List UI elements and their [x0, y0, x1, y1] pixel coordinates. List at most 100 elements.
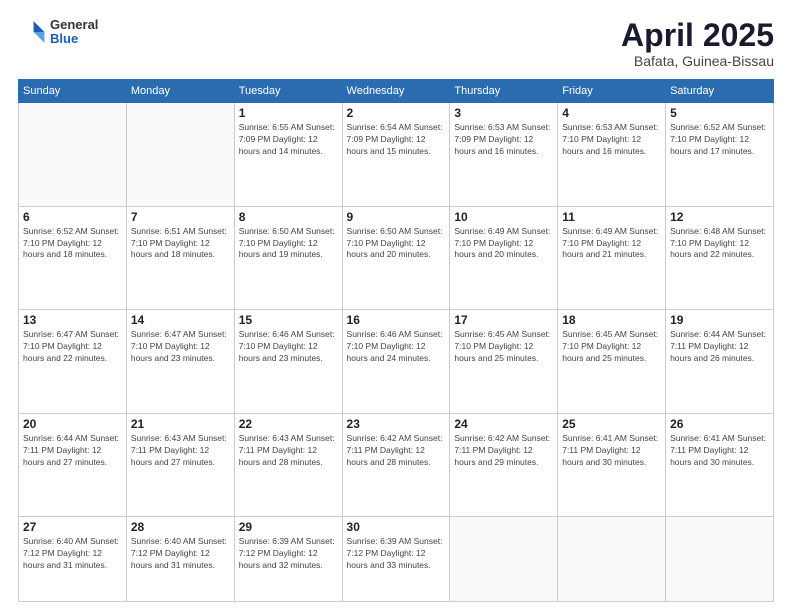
day-info: Sunrise: 6:41 AM Sunset: 7:11 PM Dayligh…: [562, 433, 661, 469]
day-info: Sunrise: 6:46 AM Sunset: 7:10 PM Dayligh…: [347, 329, 446, 365]
logo-text: General Blue: [50, 18, 98, 47]
location-subtitle: Bafata, Guinea-Bissau: [621, 53, 774, 69]
calendar-week-row: 27 Sunrise: 6:40 AM Sunset: 7:12 PM Dayli…: [19, 517, 774, 602]
day-info: Sunrise: 6:50 AM Sunset: 7:10 PM Dayligh…: [347, 226, 446, 262]
header-saturday: Saturday: [666, 80, 774, 103]
day-info: Sunrise: 6:46 AM Sunset: 7:10 PM Dayligh…: [239, 329, 338, 365]
table-row: 28 Sunrise: 6:40 AM Sunset: 7:12 PM Dayli…: [126, 517, 234, 602]
day-number: 21: [131, 417, 230, 431]
table-row: 22 Sunrise: 6:43 AM Sunset: 7:11 PM Dayli…: [234, 413, 342, 517]
table-row: 10 Sunrise: 6:49 AM Sunset: 7:10 PM Dayli…: [450, 206, 558, 310]
day-number: 14: [131, 313, 230, 327]
day-number: 15: [239, 313, 338, 327]
day-number: 2: [347, 106, 446, 120]
table-row: 7 Sunrise: 6:51 AM Sunset: 7:10 PM Daylig…: [126, 206, 234, 310]
table-row: 18Sunrise: 6:45 AM Sunset: 7:10 PM Dayli…: [558, 310, 666, 414]
table-row: 9 Sunrise: 6:50 AM Sunset: 7:10 PM Daylig…: [342, 206, 450, 310]
day-number: 24: [454, 417, 553, 431]
day-number: 29: [239, 520, 338, 534]
table-row: 13 Sunrise: 6:47 AM Sunset: 7:10 PM Dayli…: [19, 310, 127, 414]
table-row: 26Sunrise: 6:41 AM Sunset: 7:11 PM Dayli…: [666, 413, 774, 517]
day-info: Sunrise: 6:49 AM Sunset: 7:10 PM Dayligh…: [562, 226, 661, 262]
day-number: 9: [347, 210, 446, 224]
day-number: 4: [562, 106, 661, 120]
day-info: Sunrise: 6:43 AM Sunset: 7:11 PM Dayligh…: [131, 433, 230, 469]
day-number: 17: [454, 313, 553, 327]
day-number: 13: [23, 313, 122, 327]
day-info: Sunrise: 6:39 AM Sunset: 7:12 PM Dayligh…: [347, 536, 446, 572]
page: General Blue April 2025 Bafata, Guinea-B…: [0, 0, 792, 612]
day-number: 20: [23, 417, 122, 431]
table-row: 16Sunrise: 6:46 AM Sunset: 7:10 PM Dayli…: [342, 310, 450, 414]
day-number: 28: [131, 520, 230, 534]
weekday-header-row: Sunday Monday Tuesday Wednesday Thursday…: [19, 80, 774, 103]
table-row: 3 Sunrise: 6:53 AM Sunset: 7:09 PM Daylig…: [450, 103, 558, 207]
day-number: 5: [670, 106, 769, 120]
day-number: 19: [670, 313, 769, 327]
header-friday: Friday: [558, 80, 666, 103]
day-info: Sunrise: 6:48 AM Sunset: 7:10 PM Dayligh…: [670, 226, 769, 262]
table-row: [558, 517, 666, 602]
day-info: Sunrise: 6:39 AM Sunset: 7:12 PM Dayligh…: [239, 536, 338, 572]
table-row: [19, 103, 127, 207]
header-thursday: Thursday: [450, 80, 558, 103]
title-block: April 2025 Bafata, Guinea-Bissau: [621, 18, 774, 69]
header-tuesday: Tuesday: [234, 80, 342, 103]
day-info: Sunrise: 6:44 AM Sunset: 7:11 PM Dayligh…: [23, 433, 122, 469]
day-number: 30: [347, 520, 446, 534]
month-title: April 2025: [621, 18, 774, 53]
header: General Blue April 2025 Bafata, Guinea-B…: [18, 18, 774, 69]
day-info: Sunrise: 6:40 AM Sunset: 7:12 PM Dayligh…: [131, 536, 230, 572]
logo-blue-text: Blue: [50, 32, 98, 46]
calendar-week-row: 20 Sunrise: 6:44 AM Sunset: 7:11 PM Dayli…: [19, 413, 774, 517]
header-sunday: Sunday: [19, 80, 127, 103]
table-row: 5 Sunrise: 6:52 AM Sunset: 7:10 PM Daylig…: [666, 103, 774, 207]
table-row: [666, 517, 774, 602]
day-number: 11: [562, 210, 661, 224]
day-info: Sunrise: 6:49 AM Sunset: 7:10 PM Dayligh…: [454, 226, 553, 262]
day-number: 7: [131, 210, 230, 224]
day-number: 22: [239, 417, 338, 431]
day-info: Sunrise: 6:53 AM Sunset: 7:09 PM Dayligh…: [454, 122, 553, 158]
table-row: 19 Sunrise: 6:44 AM Sunset: 7:11 PM Dayli…: [666, 310, 774, 414]
calendar-week-row: 1Sunrise: 6:55 AM Sunset: 7:09 PM Daylig…: [19, 103, 774, 207]
day-info: Sunrise: 6:42 AM Sunset: 7:11 PM Dayligh…: [347, 433, 446, 469]
header-monday: Monday: [126, 80, 234, 103]
table-row: 4Sunrise: 6:53 AM Sunset: 7:10 PM Daylig…: [558, 103, 666, 207]
table-row: 2 Sunrise: 6:54 AM Sunset: 7:09 PM Daylig…: [342, 103, 450, 207]
day-info: Sunrise: 6:51 AM Sunset: 7:10 PM Dayligh…: [131, 226, 230, 262]
day-number: 25: [562, 417, 661, 431]
day-number: 6: [23, 210, 122, 224]
calendar-table: Sunday Monday Tuesday Wednesday Thursday…: [18, 79, 774, 602]
table-row: 11 Sunrise: 6:49 AM Sunset: 7:10 PM Dayli…: [558, 206, 666, 310]
table-row: [126, 103, 234, 207]
table-row: 23 Sunrise: 6:42 AM Sunset: 7:11 PM Dayli…: [342, 413, 450, 517]
day-number: 18: [562, 313, 661, 327]
table-row: 20 Sunrise: 6:44 AM Sunset: 7:11 PM Dayli…: [19, 413, 127, 517]
day-number: 12: [670, 210, 769, 224]
day-info: Sunrise: 6:43 AM Sunset: 7:11 PM Dayligh…: [239, 433, 338, 469]
day-info: Sunrise: 6:52 AM Sunset: 7:10 PM Dayligh…: [23, 226, 122, 262]
table-row: 21 Sunrise: 6:43 AM Sunset: 7:11 PM Dayli…: [126, 413, 234, 517]
day-info: Sunrise: 6:54 AM Sunset: 7:09 PM Dayligh…: [347, 122, 446, 158]
logo-icon: [18, 18, 46, 46]
table-row: 6 Sunrise: 6:52 AM Sunset: 7:10 PM Daylig…: [19, 206, 127, 310]
day-number: 3: [454, 106, 553, 120]
table-row: [450, 517, 558, 602]
day-info: Sunrise: 6:44 AM Sunset: 7:11 PM Dayligh…: [670, 329, 769, 365]
table-row: 8Sunrise: 6:50 AM Sunset: 7:10 PM Daylig…: [234, 206, 342, 310]
day-info: Sunrise: 6:47 AM Sunset: 7:10 PM Dayligh…: [23, 329, 122, 365]
table-row: 24Sunrise: 6:42 AM Sunset: 7:11 PM Dayli…: [450, 413, 558, 517]
calendar-week-row: 6 Sunrise: 6:52 AM Sunset: 7:10 PM Daylig…: [19, 206, 774, 310]
day-info: Sunrise: 6:45 AM Sunset: 7:10 PM Dayligh…: [454, 329, 553, 365]
day-number: 10: [454, 210, 553, 224]
table-row: 14Sunrise: 6:47 AM Sunset: 7:10 PM Dayli…: [126, 310, 234, 414]
day-number: 27: [23, 520, 122, 534]
table-row: 25 Sunrise: 6:41 AM Sunset: 7:11 PM Dayli…: [558, 413, 666, 517]
day-info: Sunrise: 6:55 AM Sunset: 7:09 PM Dayligh…: [239, 122, 338, 158]
table-row: 1Sunrise: 6:55 AM Sunset: 7:09 PM Daylig…: [234, 103, 342, 207]
day-number: 8: [239, 210, 338, 224]
day-info: Sunrise: 6:52 AM Sunset: 7:10 PM Dayligh…: [670, 122, 769, 158]
day-number: 23: [347, 417, 446, 431]
calendar-week-row: 13 Sunrise: 6:47 AM Sunset: 7:10 PM Dayli…: [19, 310, 774, 414]
